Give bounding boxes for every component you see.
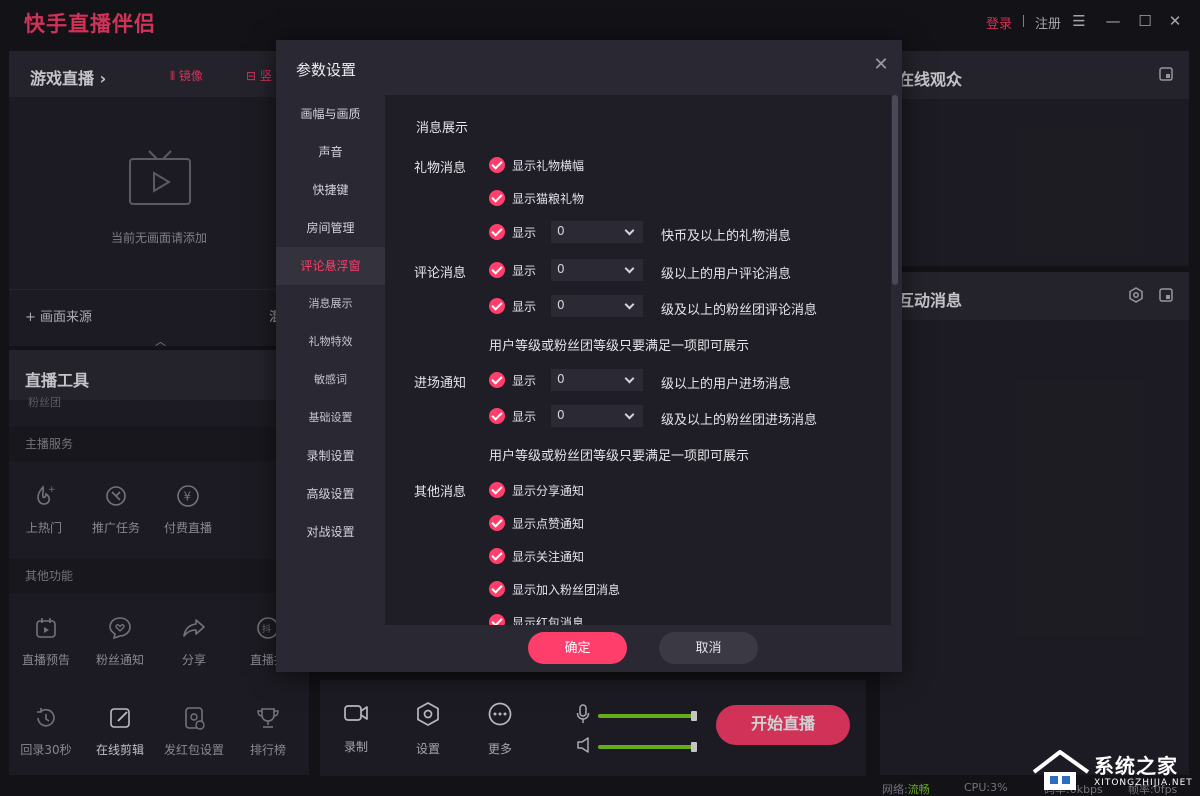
- confirm-button[interactable]: 确定: [528, 632, 627, 664]
- check-icon: [489, 157, 505, 173]
- share-notify-checkbox[interactable]: 显示分享通知: [489, 481, 584, 499]
- comment-note: 用户等级或粉丝团等级只要满足一项即可展示: [489, 339, 750, 354]
- enter-user-label: 显示: [512, 373, 537, 388]
- nav-comment-overlay[interactable]: 评论悬浮窗: [276, 247, 385, 285]
- comment-fan-suffix: 级及以上的粉丝团评论消息: [661, 303, 818, 318]
- check-icon: [489, 408, 505, 424]
- enter-user-suffix: 级以上的用户进场消息: [661, 377, 792, 392]
- red-packet-checkbox[interactable]: 显示红包消息: [489, 613, 584, 625]
- comment-fan-select[interactable]: 0: [551, 295, 643, 317]
- nav-advanced-settings[interactable]: 高级设置: [276, 475, 385, 513]
- house-logo-icon: [1032, 750, 1090, 790]
- nav-record-settings[interactable]: 录制设置: [276, 437, 385, 475]
- join-fan-label: 显示加入粉丝团消息: [512, 582, 621, 597]
- gift-threshold-value: 0: [557, 224, 565, 238]
- check-icon: [489, 548, 505, 564]
- red-packet-msg-label: 显示红包消息: [512, 615, 585, 626]
- nav-picture-quality[interactable]: 画幅与画质: [276, 95, 385, 133]
- join-fan-checkbox[interactable]: 显示加入粉丝团消息: [489, 580, 620, 598]
- cat-food-gift-label: 显示猫粮礼物: [512, 191, 585, 206]
- nav-room-management[interactable]: 房间管理: [276, 209, 385, 247]
- check-icon: [489, 482, 505, 498]
- check-icon: [489, 190, 505, 206]
- chevron-down-icon: [624, 409, 635, 420]
- check-icon: [489, 372, 505, 388]
- comment-group-label: 评论消息: [414, 266, 467, 281]
- like-notify-label: 显示点赞通知: [512, 516, 585, 531]
- check-icon: [489, 614, 505, 625]
- nav-shortcuts[interactable]: 快捷键: [276, 171, 385, 209]
- nav-sensitive-words[interactable]: 敏感词: [276, 361, 385, 399]
- chevron-down-icon: [624, 225, 635, 236]
- enter-note: 用户等级或粉丝团等级只要满足一项即可展示: [489, 449, 750, 464]
- gift-threshold-label: 显示: [512, 225, 537, 240]
- enter-fan-select[interactable]: 0: [551, 405, 643, 427]
- chevron-down-icon: [624, 373, 635, 384]
- other-group-label: 其他消息: [414, 485, 467, 500]
- scrollbar-thumb[interactable]: [892, 95, 898, 285]
- gift-threshold-suffix: 快币及以上的礼物消息: [661, 229, 792, 244]
- enter-group-label: 进场通知: [414, 376, 467, 391]
- watermark: 系统之家 XITONGZHIJIA.NET: [1030, 748, 1196, 794]
- comment-fan-value: 0: [557, 298, 565, 312]
- gift-threshold-checkbox[interactable]: 显示: [489, 223, 536, 241]
- comment-user-value: 0: [557, 262, 565, 276]
- check-icon: [489, 224, 505, 240]
- share-notify-label: 显示分享通知: [512, 483, 585, 498]
- dialog-sidebar: 画幅与画质 声音 快捷键 房间管理 评论悬浮窗 消息展示 礼物特效 敏感词 基础…: [276, 95, 385, 625]
- check-icon: [489, 515, 505, 531]
- comment-fan-label: 显示: [512, 299, 537, 314]
- enter-user-value: 0: [557, 372, 565, 386]
- cat-food-gift-checkbox[interactable]: 显示猫粮礼物: [489, 189, 584, 207]
- watermark-sub: XITONGZHIJIA.NET: [1094, 778, 1193, 788]
- comment-user-suffix: 级以上的用户评论消息: [661, 267, 792, 282]
- section-title: 消息展示: [416, 121, 469, 136]
- dialog-close-icon[interactable]: ✕: [873, 56, 889, 74]
- follow-notify-label: 显示关注通知: [512, 549, 585, 564]
- enter-fan-checkbox[interactable]: 显示: [489, 407, 536, 425]
- comment-user-label: 显示: [512, 263, 537, 278]
- comment-user-checkbox[interactable]: 显示: [489, 261, 536, 279]
- comment-user-select[interactable]: 0: [551, 259, 643, 281]
- check-icon: [489, 581, 505, 597]
- enter-user-checkbox[interactable]: 显示: [489, 371, 536, 389]
- enter-fan-value: 0: [557, 408, 565, 422]
- enter-user-select[interactable]: 0: [551, 369, 643, 391]
- check-icon: [489, 298, 505, 314]
- chevron-down-icon: [624, 263, 635, 274]
- settings-dialog: 参数设置 ✕ 画幅与画质 声音 快捷键 房间管理 评论悬浮窗 消息展示 礼物特效…: [276, 40, 902, 672]
- cancel-button[interactable]: 取消: [659, 632, 758, 664]
- watermark-text: 系统之家: [1094, 754, 1178, 778]
- nav-basic-settings[interactable]: 基础设置: [276, 399, 385, 437]
- nav-message-display[interactable]: 消息展示: [276, 285, 385, 323]
- nav-gift-effects[interactable]: 礼物特效: [276, 323, 385, 361]
- like-notify-checkbox[interactable]: 显示点赞通知: [489, 514, 584, 532]
- dialog-footer: 确定 取消: [276, 625, 902, 672]
- nav-battle-settings[interactable]: 对战设置: [276, 513, 385, 551]
- enter-fan-suffix: 级及以上的粉丝团进场消息: [661, 413, 818, 428]
- enter-fan-label: 显示: [512, 409, 537, 424]
- gift-group-label: 礼物消息: [414, 161, 467, 176]
- dialog-scrollbar[interactable]: [892, 95, 898, 625]
- check-icon: [489, 262, 505, 278]
- follow-notify-checkbox[interactable]: 显示关注通知: [489, 547, 584, 565]
- dialog-content: 消息展示 礼物消息 显示礼物横幅 显示猫粮礼物 显示 0 快币及以上的礼物消息 …: [385, 95, 891, 625]
- gift-banner-checkbox[interactable]: 显示礼物横幅: [489, 156, 584, 174]
- dialog-title: 参数设置: [296, 61, 357, 79]
- comment-fan-checkbox[interactable]: 显示: [489, 297, 536, 315]
- gift-banner-label: 显示礼物横幅: [512, 158, 585, 173]
- gift-threshold-select[interactable]: 0: [551, 221, 643, 243]
- nav-sound[interactable]: 声音: [276, 133, 385, 171]
- chevron-down-icon: [624, 299, 635, 310]
